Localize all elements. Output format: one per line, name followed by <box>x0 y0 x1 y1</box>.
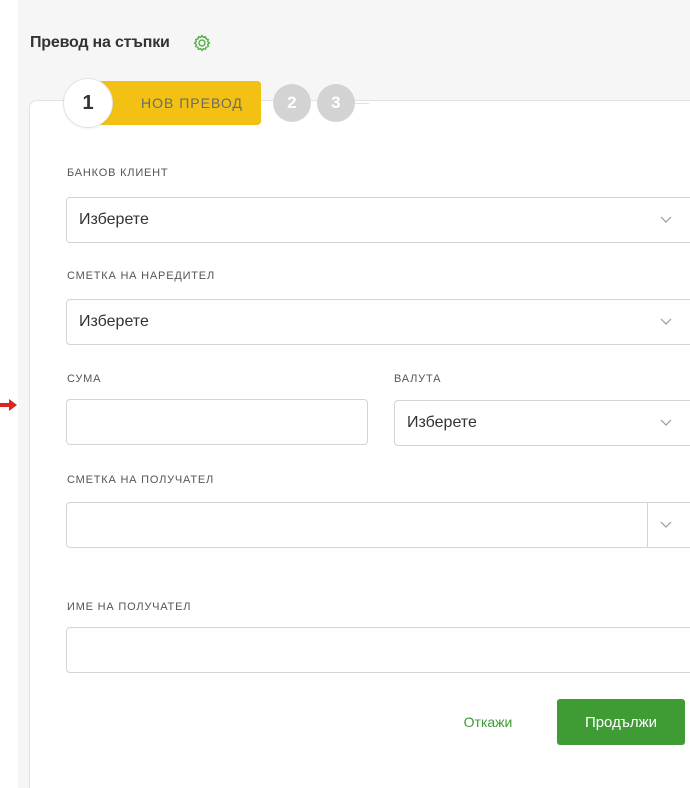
step-1-number: 1 <box>63 78 113 128</box>
page-title: Превод на стъпки <box>30 34 170 51</box>
step-3-number: 3 <box>316 84 355 122</box>
step-1-active: 1 НОВ ПРЕВОД <box>63 78 261 128</box>
currency-select[interactable]: Изберете <box>394 400 690 446</box>
currency-label: ВАЛУТА <box>394 373 442 385</box>
stepper: 1 НОВ ПРЕВОД 2 3 <box>63 77 369 129</box>
title-row: Превод на стъпки <box>30 30 212 56</box>
chevron-down-icon[interactable] <box>659 517 673 531</box>
left-strip <box>0 0 18 788</box>
gear-icon[interactable] <box>192 33 212 53</box>
chevron-down-icon <box>660 216 672 223</box>
recipient-name-input[interactable] <box>66 627 690 673</box>
bank-client-select[interactable]: Изберете <box>66 197 690 243</box>
recipient-name-label: ИМЕ НА ПОЛУЧАТЕЛ <box>67 601 192 613</box>
step-2-number: 2 <box>272 84 311 122</box>
continue-button[interactable]: Продължи <box>557 699 685 745</box>
amount-label: СУМА <box>67 373 102 385</box>
payer-account-value: Изберете <box>79 313 149 330</box>
payer-account-label: СМЕТКА НА НАРЕДИТЕЛ <box>67 270 215 282</box>
recipient-account-label: СМЕТКА НА ПОЛУЧАТЕЛ <box>67 474 215 486</box>
pointer-arrow-icon <box>0 399 17 411</box>
chevron-down-icon <box>660 318 672 325</box>
bank-client-label: БАНКОВ КЛИЕНТ <box>67 167 169 179</box>
chevron-down-icon <box>660 419 672 426</box>
recipient-account-combobox[interactable] <box>66 502 690 548</box>
stepper-line <box>354 102 369 104</box>
step-1-label: НОВ ПРЕВОД <box>141 95 243 111</box>
combobox-divider <box>647 503 648 547</box>
cancel-button[interactable]: Откажи <box>440 707 536 737</box>
bank-client-value: Изберете <box>79 211 149 228</box>
payer-account-select[interactable]: Изберете <box>66 299 690 345</box>
amount-input[interactable] <box>66 399 368 445</box>
currency-value: Изберете <box>407 414 477 431</box>
page: Превод на стъпки 1 НОВ ПРЕВОД 2 3 БАНКОВ… <box>0 0 690 788</box>
